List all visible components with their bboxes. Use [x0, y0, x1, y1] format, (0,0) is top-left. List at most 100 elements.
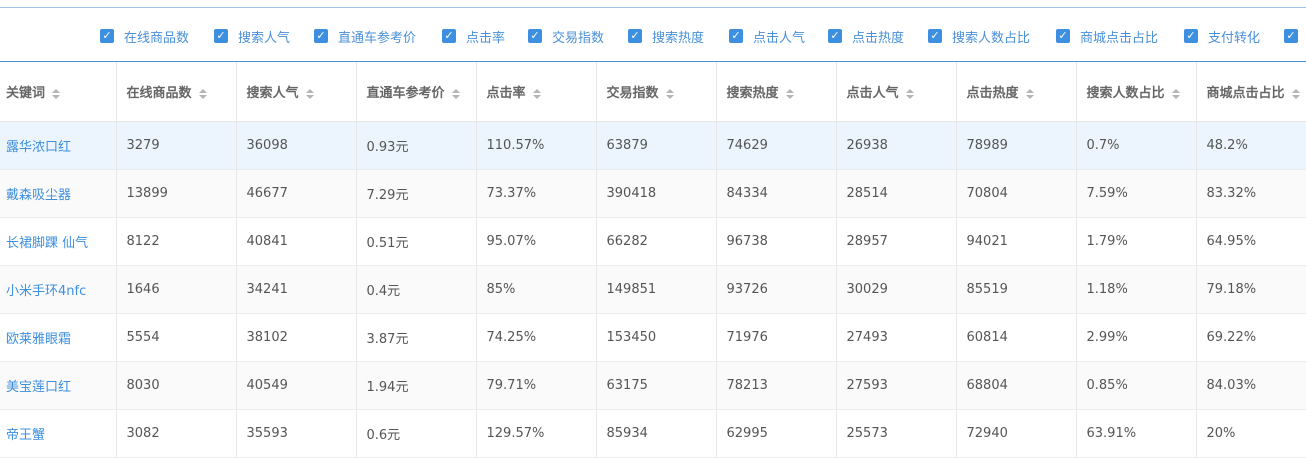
table-cell: 83.32% [1196, 169, 1306, 218]
filter-checkbox[interactable]: ✓ 搜索人气 [214, 28, 290, 46]
table-cell: 28514 [836, 169, 957, 218]
table-row[interactable]: 长裙脚踝 仙气 8122 40841 0.51元 95.07% 66282 96738 289… [0, 217, 1306, 266]
column-header[interactable]: 搜索热度 [716, 62, 837, 122]
keyword-link[interactable]: 帝王蟹 [0, 409, 117, 458]
table-cell: 129.57% [476, 409, 597, 458]
table-cell: 8122 [116, 217, 237, 266]
column-header[interactable]: 直通车参考价 [356, 62, 477, 122]
table-cell: 3082 [116, 409, 237, 458]
column-header[interactable]: 搜索人数占比 [1076, 62, 1197, 122]
table-cell: 73.37% [476, 169, 597, 218]
filter-checkbox-label: 交易指数 [552, 30, 605, 46]
table-cell: 3279 [116, 121, 237, 170]
table-cell: 1646 [116, 265, 237, 314]
table-cell: 7.29元 [356, 169, 477, 218]
table-cell: 110.57% [476, 121, 597, 170]
table-cell: 153450 [596, 313, 717, 362]
column-header-label: 搜索热度 [726, 86, 779, 101]
sort-icon[interactable] [1291, 88, 1300, 99]
column-header[interactable]: 商城点击占比 [1196, 62, 1306, 122]
table-cell: 84334 [716, 169, 837, 218]
column-header[interactable]: 在线商品数 [116, 62, 237, 122]
table-row[interactable]: 帝王蟹 3082 35593 0.6元 129.57% 85934 62995 25573 72… [0, 409, 1306, 458]
table-cell: 26938 [836, 121, 957, 170]
filter-checkbox-label: 搜索热度 [652, 30, 705, 46]
checkmark-icon: ✓ [314, 29, 328, 43]
keyword-link[interactable]: 戴森吸尘器 [0, 169, 117, 218]
table-row[interactable]: 小米手环4nfc 1646 34241 0.4元 85% 149851 93726 30029… [0, 265, 1306, 314]
filter-checkbox[interactable]: ✓ 支付转化 [1184, 28, 1261, 46]
filter-checkbox[interactable]: ✓ [1284, 28, 1298, 44]
filter-checkbox[interactable]: ✓ 点击率 [442, 28, 505, 46]
column-filter-bar: ✓ 在线商品数 ✓ 搜索人气 ✓ 直通车参考价 ✓ 点击率 ✓ 交易指数 ✓ 搜索热度 ✓ 点击人气 ✓ 点击… [0, 8, 1306, 62]
sort-icon[interactable] [1171, 88, 1180, 99]
sort-icon[interactable] [532, 88, 541, 99]
checkmark-icon: ✓ [729, 29, 743, 43]
table-cell: 7.59% [1076, 169, 1197, 218]
checkmark-icon: ✓ [1184, 29, 1198, 43]
table-cell: 93726 [716, 265, 837, 314]
table-row[interactable]: 欧莱雅眼霜 5554 38102 3.87元 74.25% 153450 71976 2749… [0, 313, 1306, 362]
column-header-label: 点击率 [486, 86, 526, 101]
table-cell: 149851 [596, 265, 717, 314]
table-cell: 35593 [236, 409, 357, 458]
table-cell: 79.18% [1196, 265, 1306, 314]
sort-icon[interactable] [451, 88, 460, 99]
table-cell: 0.93元 [356, 121, 477, 170]
filter-checkbox[interactable]: ✓ 搜索热度 [628, 28, 705, 46]
table-cell: 85519 [956, 265, 1077, 314]
sort-icon[interactable] [52, 88, 61, 99]
table-cell: 40549 [236, 361, 357, 410]
filter-checkbox[interactable]: ✓ 交易指数 [528, 28, 605, 46]
table-cell: 96738 [716, 217, 837, 266]
column-header[interactable]: 交易指数 [596, 62, 717, 122]
filter-checkbox[interactable]: ✓ 点击人气 [729, 28, 806, 46]
keyword-link[interactable]: 露华浓口红 [0, 121, 117, 170]
filter-checkbox-label: 点击人气 [753, 30, 806, 46]
table-cell: 72940 [956, 409, 1077, 458]
column-header[interactable]: 点击人气 [836, 62, 957, 122]
column-header[interactable]: 点击热度 [956, 62, 1077, 122]
table-cell: 68804 [956, 361, 1077, 410]
sort-icon[interactable] [198, 88, 207, 99]
table-cell: 40841 [236, 217, 357, 266]
column-header[interactable]: 搜索人气 [236, 62, 357, 122]
table-cell: 1.94元 [356, 361, 477, 410]
filter-checkbox-label: 支付转化 [1208, 30, 1261, 46]
column-header-label: 搜索人数占比 [1086, 86, 1165, 101]
sort-icon[interactable] [1025, 88, 1034, 99]
table-cell: 78989 [956, 121, 1077, 170]
checkmark-icon: ✓ [214, 29, 228, 43]
table-cell: 69.22% [1196, 313, 1306, 362]
table-row[interactable]: 美宝莲口红 8030 40549 1.94元 79.71% 63175 78213 27593… [0, 361, 1306, 410]
keyword-link[interactable]: 长裙脚踝 仙气 [0, 217, 117, 266]
table-cell: 0.51元 [356, 217, 477, 266]
table-cell: 0.6元 [356, 409, 477, 458]
sort-icon[interactable] [665, 88, 674, 99]
table-cell: 85% [476, 265, 597, 314]
filter-checkbox[interactable]: ✓ 搜索人数占比 [928, 28, 1030, 46]
column-header-label: 直通车参考价 [366, 86, 445, 101]
table-cell: 1.18% [1076, 265, 1197, 314]
table-cell: 34241 [236, 265, 357, 314]
sort-icon[interactable] [305, 88, 314, 99]
column-header[interactable]: 关键词 [0, 62, 117, 122]
table-cell: 27593 [836, 361, 957, 410]
keyword-link[interactable]: 美宝莲口红 [0, 361, 117, 410]
table-cell: 13899 [116, 169, 237, 218]
filter-checkbox[interactable]: ✓ 直通车参考价 [314, 28, 416, 46]
filter-checkbox-label: 商城点击占比 [1080, 30, 1159, 46]
table-row[interactable]: 戴森吸尘器 13899 46677 7.29元 73.37% 390418 84334 285… [0, 169, 1306, 218]
keyword-link[interactable]: 小米手环4nfc [0, 265, 117, 314]
filter-checkbox[interactable]: ✓ 商城点击占比 [1056, 28, 1159, 46]
keyword-table: 关键词 在线商品数 搜索人气 直通车参考价 点击率 交易指数 搜索热度 点击人气 点击热度 搜索人… [0, 62, 1306, 458]
filter-checkbox[interactable]: ✓ 在线商品数 [100, 28, 189, 46]
filter-checkbox[interactable]: ✓ 点击热度 [828, 28, 904, 46]
sort-icon[interactable] [905, 88, 914, 99]
sort-icon[interactable] [785, 88, 794, 99]
table-cell: 5554 [116, 313, 237, 362]
keyword-link[interactable]: 欧莱雅眼霜 [0, 313, 117, 362]
table-row[interactable]: 露华浓口红 3279 36098 0.93元 110.57% 63879 74629 2693… [0, 121, 1306, 170]
table-cell: 30029 [836, 265, 957, 314]
column-header[interactable]: 点击率 [476, 62, 597, 122]
